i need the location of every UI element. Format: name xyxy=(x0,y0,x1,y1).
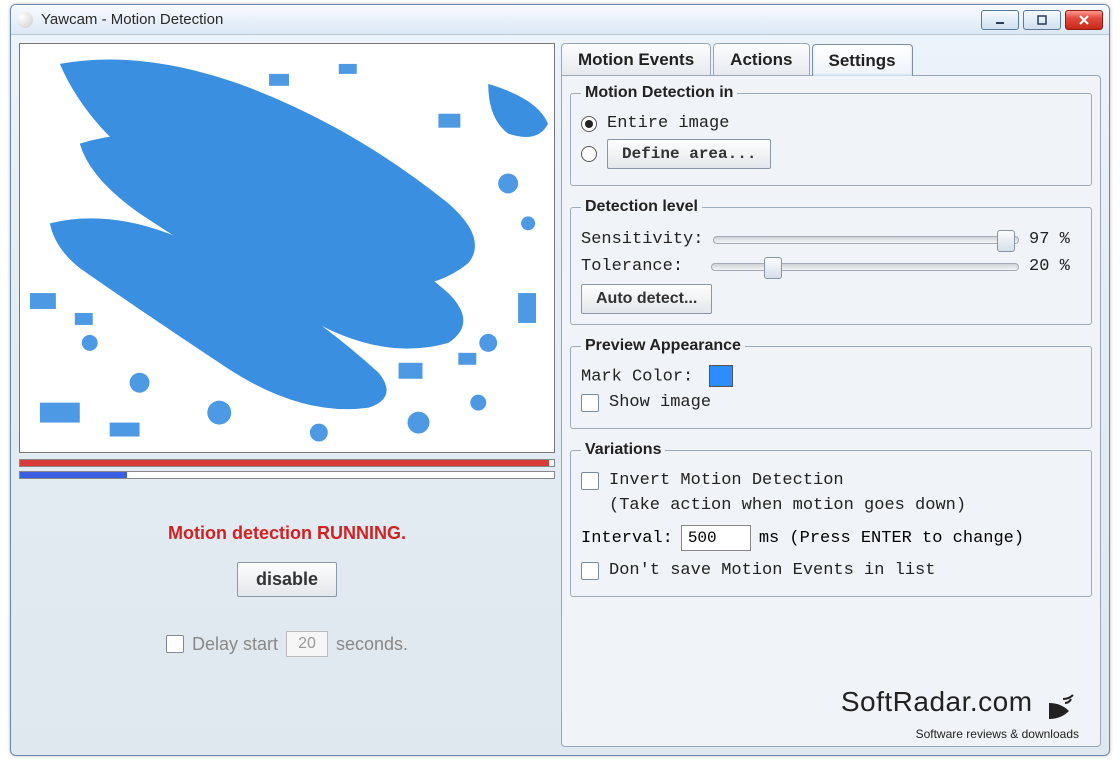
detection-in-group: Motion Detection in Entire image Define … xyxy=(570,84,1092,186)
app-window: Yawcam - Motion Detection xyxy=(10,4,1110,756)
detection-level-group: Detection level Sensitivity: 97 % Tolera… xyxy=(570,198,1092,325)
delay-prefix: Delay start xyxy=(192,634,278,655)
dont-save-checkbox[interactable] xyxy=(581,562,599,580)
preview-appearance-group: Preview Appearance Mark Color: Show imag… xyxy=(570,337,1092,429)
maximize-button[interactable] xyxy=(1023,10,1061,30)
mark-color-swatch[interactable] xyxy=(709,365,733,387)
titlebar: Yawcam - Motion Detection xyxy=(11,5,1109,35)
variations-legend: Variations xyxy=(581,441,665,459)
tolerance-slider[interactable] xyxy=(711,263,1019,271)
radio-entire-image[interactable] xyxy=(581,116,597,132)
settings-panel: Motion Detection in Entire image Define … xyxy=(561,75,1101,747)
delay-start-checkbox[interactable] xyxy=(166,635,184,653)
show-image-label: Show image xyxy=(609,393,711,412)
status-text: Motion detection RUNNING. xyxy=(19,523,555,544)
close-button[interactable] xyxy=(1065,10,1103,30)
variations-group: Variations Invert Motion Detection (Take… xyxy=(570,441,1092,597)
delay-seconds-input[interactable] xyxy=(286,631,328,657)
invert-detection-sub: (Take action when motion goes down) xyxy=(609,496,1081,515)
interval-label: Interval: xyxy=(581,529,673,548)
define-area-button[interactable]: Define area... xyxy=(607,139,771,169)
left-panel: Motion detection RUNNING. disable Delay … xyxy=(19,43,555,747)
tolerance-value: 20 % xyxy=(1029,257,1081,276)
sensitivity-value: 97 % xyxy=(1029,230,1081,249)
radio-entire-label: Entire image xyxy=(607,114,729,133)
interval-suffix: ms (Press ENTER to change) xyxy=(759,529,1024,548)
show-image-checkbox[interactable] xyxy=(581,394,599,412)
interval-input[interactable] xyxy=(681,525,751,551)
disable-button[interactable]: disable xyxy=(237,562,337,597)
sensitivity-thumb[interactable] xyxy=(997,230,1015,252)
red-bar xyxy=(20,460,549,466)
blue-bar xyxy=(20,472,127,478)
delay-start-row: Delay start seconds. xyxy=(19,631,555,657)
detection-level-legend: Detection level xyxy=(581,198,702,216)
mark-color-label: Mark Color: xyxy=(581,367,693,386)
app-icon xyxy=(17,12,33,28)
tab-motion-events[interactable]: Motion Events xyxy=(561,43,711,75)
radio-define-area[interactable] xyxy=(581,146,597,162)
tolerance-label: Tolerance: xyxy=(581,257,701,276)
detection-in-legend: Motion Detection in xyxy=(581,84,737,102)
delay-suffix: seconds. xyxy=(336,634,408,655)
invert-detection-label: Invert Motion Detection xyxy=(609,471,844,490)
level-bars xyxy=(19,459,555,483)
right-panel: Motion Events Actions Settings Motion De… xyxy=(561,43,1101,747)
invert-detection-checkbox[interactable] xyxy=(581,472,599,490)
window-title: Yawcam - Motion Detection xyxy=(41,11,981,28)
preview-appearance-legend: Preview Appearance xyxy=(581,337,745,355)
tab-settings[interactable]: Settings xyxy=(812,44,913,76)
sensitivity-label: Sensitivity: xyxy=(581,230,703,249)
motion-preview xyxy=(19,43,555,453)
sensitivity-slider[interactable] xyxy=(713,236,1019,244)
tolerance-thumb[interactable] xyxy=(764,257,782,279)
auto-detect-button[interactable]: Auto detect... xyxy=(581,284,712,314)
dont-save-label: Don't save Motion Events in list xyxy=(609,561,935,580)
minimize-button[interactable] xyxy=(981,10,1019,30)
tab-actions[interactable]: Actions xyxy=(713,43,809,75)
